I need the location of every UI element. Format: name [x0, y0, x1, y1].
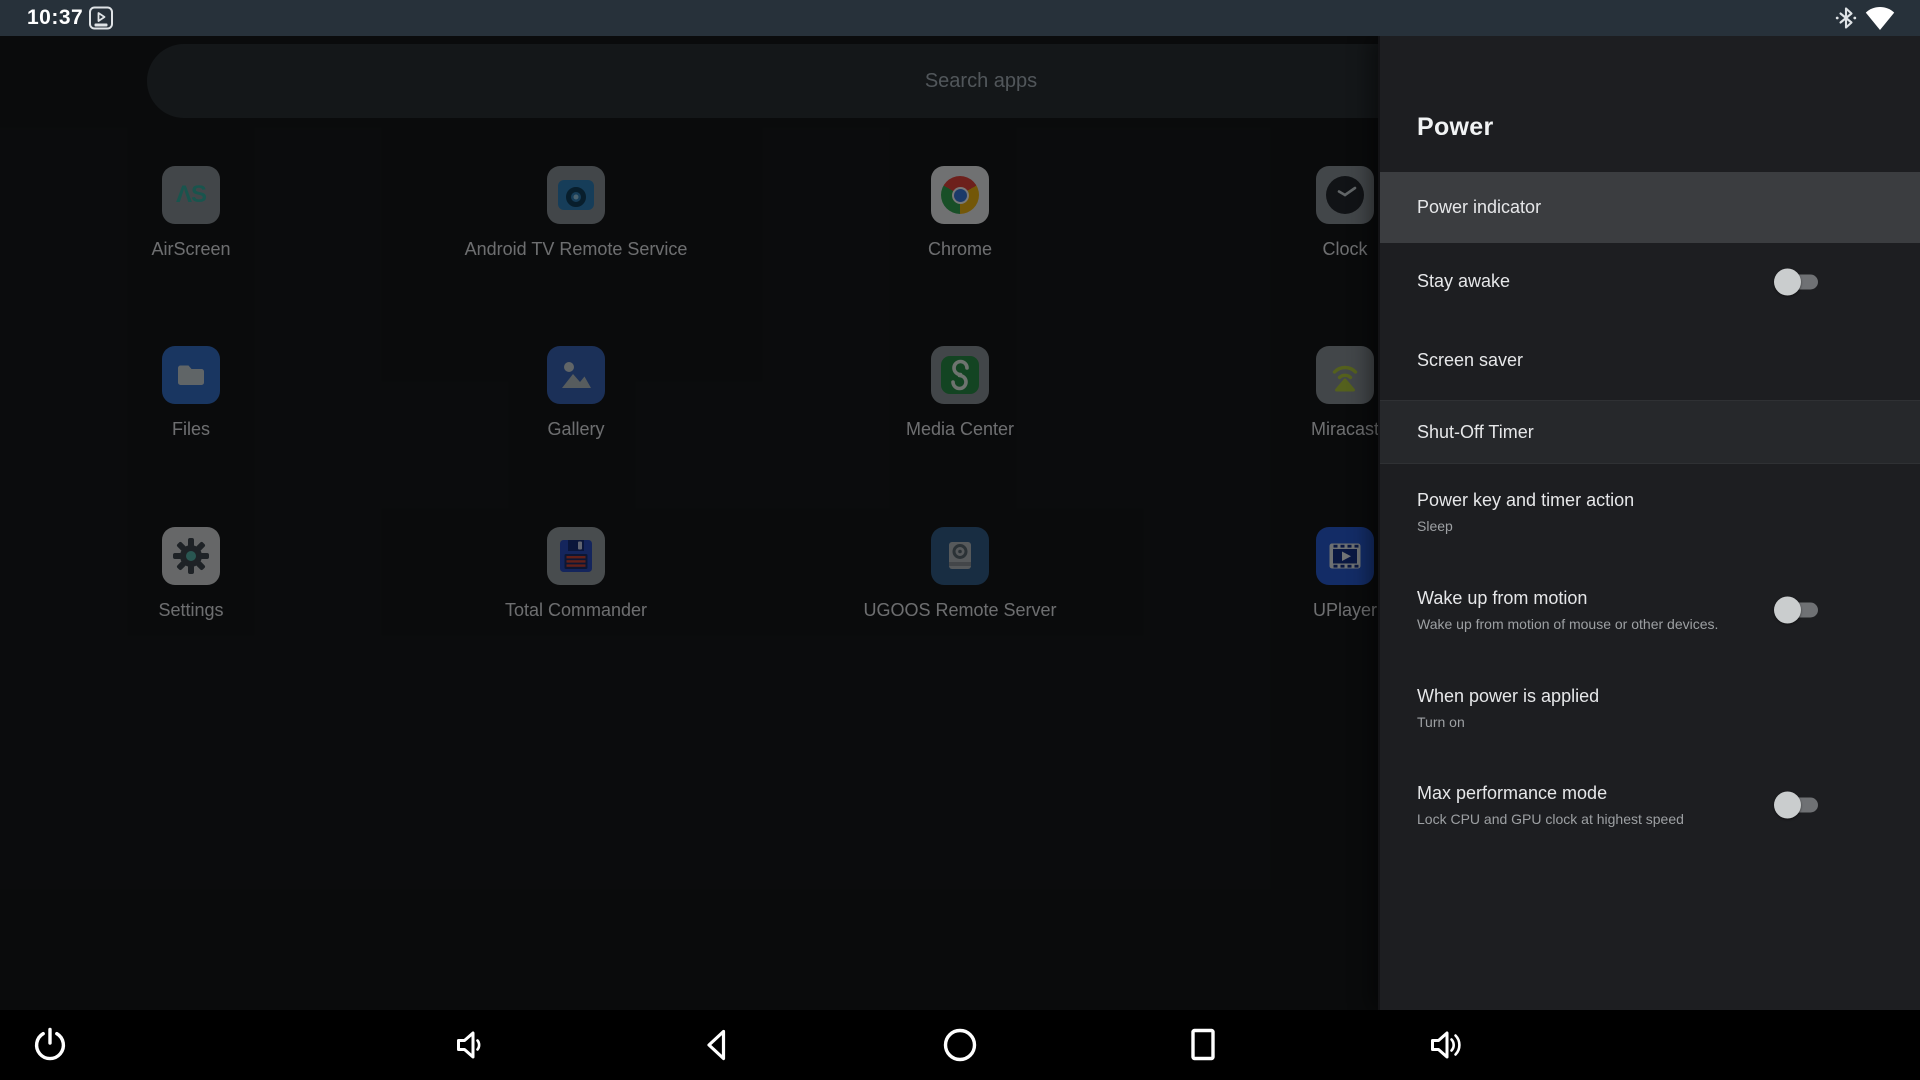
row-stay-awake[interactable]: Stay awake	[1380, 243, 1920, 320]
status-time: 10:37	[27, 6, 83, 30]
navigation-bar	[0, 1010, 1920, 1080]
row-power-key-action[interactable]: Power key and timer action Sleep	[1380, 464, 1920, 560]
row-screen-saver[interactable]: Screen saver	[1380, 320, 1920, 400]
max-performance-toggle[interactable]	[1774, 792, 1818, 819]
row-shut-off-timer[interactable]: Shut-Off Timer	[1380, 400, 1920, 464]
back-icon[interactable]	[698, 1025, 738, 1065]
row-power-indicator[interactable]: Power indicator	[1380, 172, 1920, 243]
row-max-performance[interactable]: Max performance mode Lock CPU and GPU cl…	[1380, 755, 1920, 855]
wifi-icon	[1865, 5, 1895, 31]
row-wake-from-motion[interactable]: Wake up from motion Wake up from motion …	[1380, 560, 1920, 660]
wake-from-motion-toggle[interactable]	[1774, 597, 1818, 624]
panel-title: Power	[1417, 113, 1494, 142]
media-output-icon	[88, 5, 114, 31]
status-bar: 10:37	[0, 0, 1920, 36]
stay-awake-toggle[interactable]	[1774, 268, 1818, 295]
row-when-power-applied[interactable]: When power is applied Turn on	[1380, 660, 1920, 755]
home-icon[interactable]	[940, 1025, 980, 1065]
power-settings-panel: Power Power indicator Stay awake Screen …	[1378, 36, 1920, 1010]
panel-header: Power	[1380, 36, 1920, 172]
recents-icon[interactable]	[1183, 1025, 1223, 1065]
power-button-icon[interactable]	[30, 1025, 70, 1065]
volume-up-icon[interactable]	[1427, 1025, 1467, 1065]
bluetooth-icon	[1834, 6, 1858, 30]
volume-down-icon[interactable]	[451, 1025, 491, 1065]
